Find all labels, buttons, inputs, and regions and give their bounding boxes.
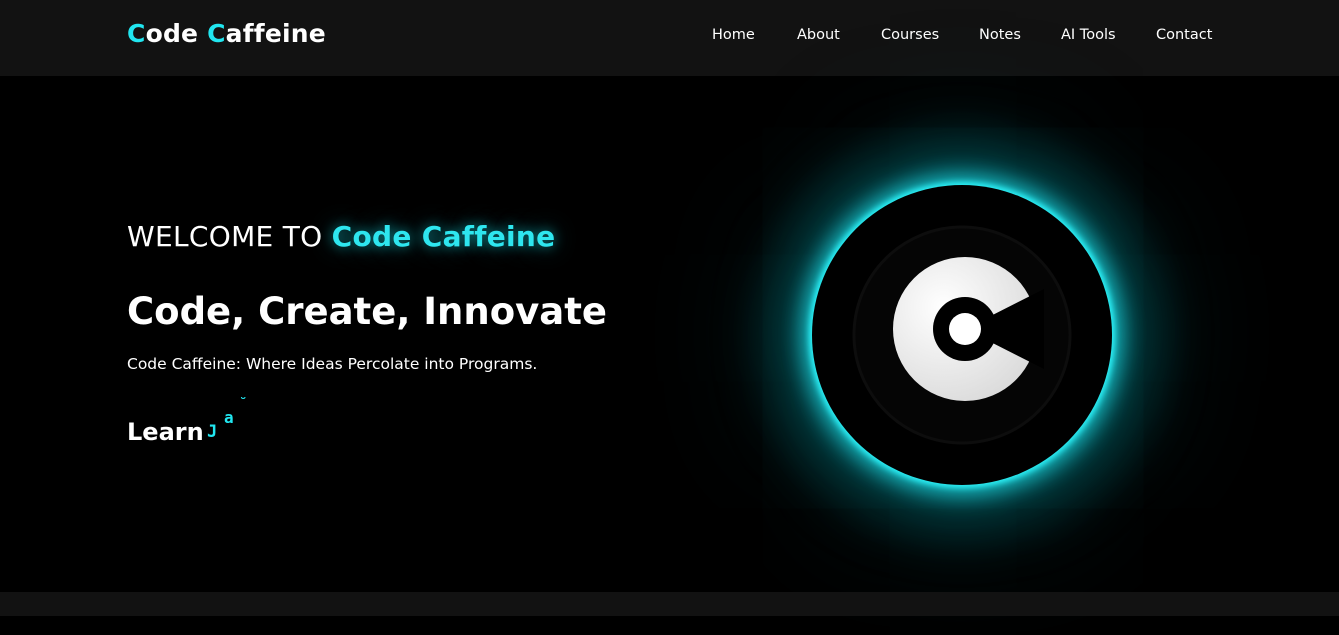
welcome-prefix: WELCOME TO [127, 220, 332, 253]
brand-rest-1: ode [145, 19, 208, 48]
nav-link-ai-tools[interactable]: AI Tools [1061, 27, 1116, 43]
brand-logo-text[interactable]: Code Caffeine [127, 19, 326, 48]
hero-headline: Code, Create, Innovate [127, 290, 608, 333]
brand-rest-2: affeine [225, 19, 326, 48]
nav-link-contact[interactable]: Contact [1156, 27, 1212, 43]
c-logo-graphic [852, 225, 1072, 445]
typed-char-2: a [224, 408, 234, 427]
brand-initial-1: C [127, 19, 146, 48]
hero-tagline: Code Caffeine: Where Ideas Percolate int… [127, 355, 538, 373]
brand-initial-2: C [207, 19, 226, 48]
learn-label: Learn [127, 418, 204, 446]
code-caffeine-c-logo-icon [812, 185, 1112, 485]
typed-char-1: J [207, 422, 218, 442]
nav-link-about[interactable]: About [797, 27, 840, 43]
nav-link-home[interactable]: Home [712, 27, 755, 43]
navbar: Code Caffeine Home About Courses Notes A… [0, 0, 1339, 76]
welcome-heading: WELCOME TO Code Caffeine [127, 220, 555, 253]
welcome-brand: Code Caffeine [331, 220, 556, 253]
typed-char-3: ˘ [239, 396, 248, 412]
footer-strip [0, 592, 1339, 616]
